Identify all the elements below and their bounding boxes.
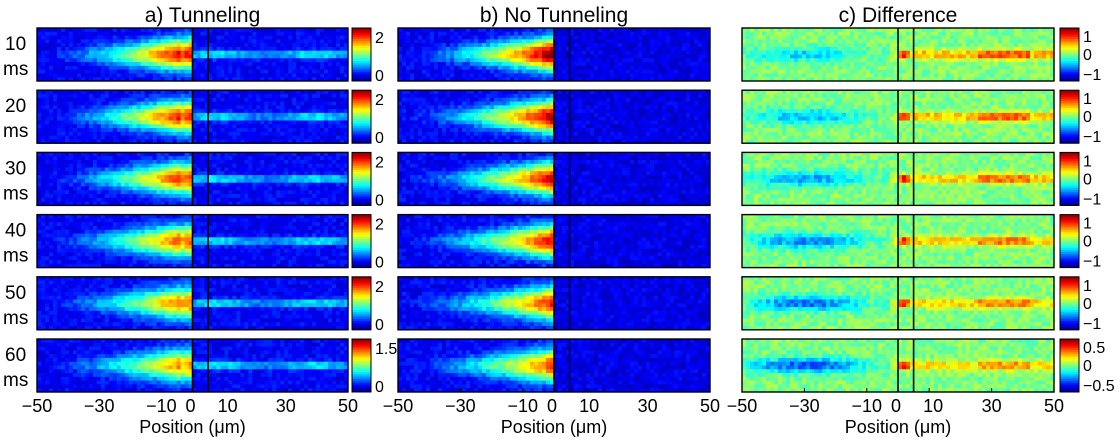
colorbar-tunneling-row-6 xyxy=(351,338,372,393)
colorbar-tunneling-row-3 xyxy=(351,151,372,206)
colorbar-tick-top: 2 xyxy=(375,217,384,234)
time-label: 40 xyxy=(5,221,26,242)
panel-title-notunnel: b) No Tunneling xyxy=(480,4,628,27)
time-unit-label: ms xyxy=(3,59,28,80)
colorbar-tick-top: 1.5 xyxy=(375,341,397,358)
figure-canvas: a) Tunneling b) No Tunneling c) Difference… xyxy=(3,4,1115,437)
colorbar-tick-top: 1 xyxy=(1083,29,1092,46)
time-unit-label: ms xyxy=(3,121,28,142)
colorbar-tick-mid: 0 xyxy=(1083,358,1092,375)
x-tick-label: −30 xyxy=(445,396,476,416)
time-unit-label: ms xyxy=(3,370,28,391)
x-tick-label: 10 xyxy=(579,396,599,416)
x-tick-label: 10 xyxy=(923,396,943,416)
colorbar-difference-row-2 xyxy=(1059,89,1080,144)
colorbar-tunneling-row-4 xyxy=(351,214,372,269)
colorbar-tunneling-row-1 xyxy=(351,27,372,82)
colorbar-tick-top: 1 xyxy=(1083,153,1092,170)
colorbar-tick-top: 2 xyxy=(375,154,384,171)
time-unit-label: ms xyxy=(3,308,28,329)
x-tick-label: −30 xyxy=(84,396,115,416)
colorbar-tick-top: 1 xyxy=(1083,216,1092,233)
x-tick-label: 50 xyxy=(1044,396,1064,416)
colorbar-tunneling-row-5 xyxy=(351,276,372,331)
x-tick-label: 30 xyxy=(276,396,296,416)
panel-title-difference: c) Difference xyxy=(839,4,958,27)
colorbar-difference-row-6 xyxy=(1059,338,1080,393)
colorbar-difference-row-5 xyxy=(1059,276,1080,331)
colorbar-tick-bottom: −1 xyxy=(1083,129,1101,146)
colorbar-tick-bottom: −1 xyxy=(1083,191,1101,208)
colorbar-tick-mid: 0 xyxy=(1083,47,1092,64)
colorbar-tick-bottom: −0.5 xyxy=(1083,378,1115,395)
time-label: 50 xyxy=(5,283,26,304)
x-tick-label: 0 xyxy=(891,396,901,416)
x-tick-label: −10 xyxy=(852,396,883,416)
x-tick-label: 10 xyxy=(218,396,238,416)
colorbar-tick-bottom: 0 xyxy=(375,379,384,396)
time-label: 20 xyxy=(5,96,26,117)
x-tick-label: −10 xyxy=(146,396,177,416)
colorbar-tunneling-row-2 xyxy=(351,89,372,144)
colorbar-difference-row-1 xyxy=(1059,27,1080,82)
x-axis-label: Position (μm) xyxy=(501,417,607,437)
colorbar-tick-top: 2 xyxy=(375,30,384,47)
x-axis-label: Position (μm) xyxy=(845,417,951,437)
time-unit-label: ms xyxy=(3,183,28,204)
x-tick-label: −30 xyxy=(789,396,820,416)
x-tick-label: −10 xyxy=(508,396,539,416)
colorbar-tick-top: 1 xyxy=(1083,91,1092,108)
colorbar-tick-bottom: −1 xyxy=(1083,67,1101,84)
time-label: 30 xyxy=(5,158,26,179)
time-unit-label: ms xyxy=(3,246,28,267)
x-tick-label: 0 xyxy=(185,396,195,416)
colorbar-tick-bottom: 0 xyxy=(375,130,384,147)
x-tick-label: 0 xyxy=(547,396,557,416)
colorbar-tick-bottom: −1 xyxy=(1083,316,1101,333)
colorbar-tick-top: 0.5 xyxy=(1083,340,1105,357)
colorbar-tick-top: 2 xyxy=(375,279,384,296)
colorbar-difference-row-3 xyxy=(1059,151,1080,206)
x-tick-label: 50 xyxy=(338,396,358,416)
x-tick-label: 30 xyxy=(982,396,1002,416)
time-label: 10 xyxy=(5,34,26,55)
x-axis-label: Position (μm) xyxy=(139,417,245,437)
colorbar-tick-bottom: 0 xyxy=(375,317,384,334)
colorbar-tick-bottom: 0 xyxy=(375,68,384,85)
colorbar-tick-bottom: 0 xyxy=(375,255,384,272)
colorbar-tick-mid: 0 xyxy=(1083,109,1092,126)
colorbar-tick-mid: 0 xyxy=(1083,171,1092,188)
colorbar-difference-row-4 xyxy=(1059,214,1080,269)
panel-title-tunneling: a) Tunneling xyxy=(145,4,261,27)
colorbar-tick-mid: 0 xyxy=(1083,234,1092,251)
x-tick-label: 30 xyxy=(638,396,658,416)
x-tick-label: 50 xyxy=(700,396,720,416)
colorbar-tick-top: 1 xyxy=(1083,278,1092,295)
colorbar-tick-top: 2 xyxy=(375,92,384,109)
x-tick-label: −50 xyxy=(22,396,53,416)
colorbar-tick-bottom: −1 xyxy=(1083,254,1101,271)
colorbar-tick-bottom: 0 xyxy=(375,192,384,209)
time-label: 60 xyxy=(5,345,26,366)
x-tick-label: −50 xyxy=(727,396,758,416)
colorbar-tick-mid: 0 xyxy=(1083,296,1092,313)
x-tick-label: −50 xyxy=(383,396,414,416)
